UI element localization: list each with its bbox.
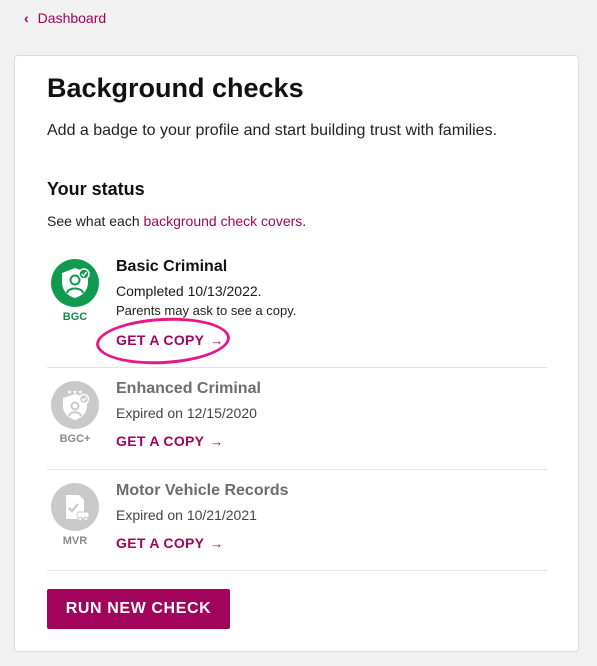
status-heading: Your status <box>47 179 145 199</box>
bgc-badge: BGC <box>51 259 99 323</box>
bgc-plus-badge: ★★★ BGC+ <box>51 381 99 445</box>
badge-code: BGC <box>62 311 88 323</box>
background-checks-card: Background checks Add a badge to your pr… <box>14 55 579 652</box>
check-name: Motor Vehicle Records <box>116 482 289 499</box>
shield-person-icon <box>51 259 99 307</box>
check-row-motor-vehicle: MVR Motor Vehicle Records Expired on 10/… <box>47 482 547 563</box>
check-note: Parents may ask to see a copy. <box>116 303 297 318</box>
get-copy-label: GET A COPY <box>116 535 205 551</box>
check-name: Enhanced Criminal <box>116 380 261 397</box>
badge-code: BGC+ <box>59 433 91 445</box>
page-title: Background checks <box>47 73 304 103</box>
row-divider <box>47 469 547 470</box>
arrow-right-icon: → <box>210 333 224 348</box>
row-divider <box>47 570 547 571</box>
dashboard-back-link[interactable]: ‹ Dashboard <box>24 10 106 26</box>
shield-stars-icon: ★★★ <box>51 381 99 429</box>
check-row-enhanced-criminal: ★★★ BGC+ Enhanced Criminal Expired on 12… <box>47 380 547 461</box>
check-state: Completed 10/13/2022. <box>116 283 262 299</box>
status-note: See what each background check covers. <box>47 213 306 229</box>
check-row-basic-criminal: BGC Basic Criminal Completed 10/13/2022.… <box>47 258 547 368</box>
page-subtitle: Add a badge to your profile and start bu… <box>47 122 498 139</box>
get-copy-link-mvr[interactable]: GET A COPY → <box>116 535 224 551</box>
get-copy-link-enhanced[interactable]: GET A COPY → <box>116 433 224 449</box>
svg-text:★★★: ★★★ <box>67 389 83 396</box>
get-copy-label: GET A COPY <box>116 332 205 348</box>
document-car-icon <box>51 483 99 531</box>
check-state: Expired on 10/21/2021 <box>116 507 257 523</box>
status-note-suffix: . <box>302 213 307 229</box>
get-copy-label: GET A COPY <box>116 433 205 449</box>
arrow-right-icon: → <box>210 536 224 551</box>
status-note-prefix: See what each <box>47 213 144 229</box>
row-divider <box>47 367 547 368</box>
check-name: Basic Criminal <box>116 258 228 275</box>
run-new-check-button[interactable]: RUN NEW CHECK <box>47 589 230 629</box>
mvr-badge: MVR <box>51 483 99 547</box>
check-coverage-link[interactable]: background check covers <box>144 213 303 229</box>
chevron-left-icon: ‹ <box>24 10 29 26</box>
check-state: Expired on 12/15/2020 <box>116 405 257 421</box>
arrow-right-icon: → <box>210 434 224 449</box>
back-link-label: Dashboard <box>37 10 107 26</box>
badge-code: MVR <box>62 535 88 547</box>
get-copy-link-basic[interactable]: GET A COPY → <box>94 314 232 368</box>
